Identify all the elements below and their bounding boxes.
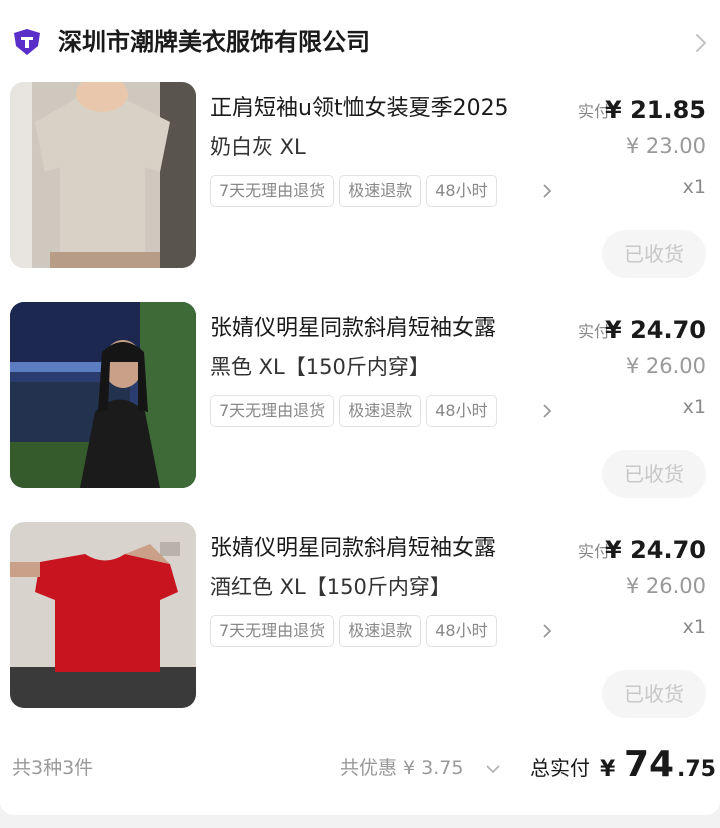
- total-decimal: .75: [677, 757, 716, 782]
- product-image[interactable]: [10, 302, 196, 488]
- product-spec: 黑色 XL【150斤内穿】: [210, 355, 430, 379]
- tag-refund: 极速退款: [339, 395, 422, 427]
- store-header[interactable]: 深圳市潮牌美衣服饰有限公司: [0, 0, 720, 84]
- chevron-right-icon[interactable]: [540, 622, 554, 640]
- chevron-right-icon[interactable]: [540, 402, 554, 420]
- received-button[interactable]: 已收货: [602, 230, 706, 278]
- chevron-right-icon[interactable]: [540, 182, 554, 200]
- chevron-down-icon[interactable]: [484, 762, 502, 776]
- total-integer: 74: [624, 744, 675, 785]
- chevron-right-icon[interactable]: [690, 30, 712, 56]
- product-title[interactable]: 正肩短袖u领t恤女装夏季2025: [210, 90, 555, 128]
- order-item[interactable]: 张婧仪明星同款斜肩短袖女露 黑色 XL【150斤内穿】 7天无理由退货 极速退款 4…: [0, 302, 720, 522]
- tag-refund: 极速退款: [339, 615, 422, 647]
- product-image[interactable]: [10, 522, 196, 708]
- received-button[interactable]: 已收货: [602, 670, 706, 718]
- paid-price: ¥ 24.70: [605, 316, 706, 344]
- paid-price: ¥ 21.85: [605, 96, 706, 124]
- quantity: x1: [682, 176, 706, 198]
- store-name: 深圳市潮牌美衣服饰有限公司: [58, 28, 370, 56]
- product-title[interactable]: 张婧仪明星同款斜肩短袖女露: [210, 530, 555, 568]
- service-tags: 7天无理由退货 极速退款 48小时: [210, 395, 550, 429]
- service-tags: 7天无理由退货 极速退款 48小时: [210, 175, 550, 209]
- order-summary: 共3种3件 共优惠 ¥ 3.75 总实付 ¥ 74 .75: [0, 740, 720, 800]
- total-currency: ¥: [600, 757, 616, 782]
- order-item[interactable]: 张婧仪明星同款斜肩短袖女露 酒红色 XL【150斤内穿】 7天无理由退货 极速退款…: [0, 522, 720, 742]
- product-title[interactable]: 张婧仪明星同款斜肩短袖女露: [210, 310, 555, 348]
- store-logo-icon: [14, 29, 40, 55]
- service-tags: 7天无理由退货 极速退款 48小时: [210, 615, 550, 649]
- order-card: 深圳市潮牌美衣服饰有限公司 正肩短袖u领t恤女装夏季2025 奶白灰 XL 7天…: [0, 0, 720, 815]
- received-button[interactable]: 已收货: [602, 450, 706, 498]
- paid-price: ¥ 24.70: [605, 536, 706, 564]
- order-item[interactable]: 正肩短袖u领t恤女装夏季2025 奶白灰 XL 7天无理由退货 极速退款 48小时 …: [0, 82, 720, 302]
- tag-48h: 48小时: [426, 395, 497, 427]
- product-image[interactable]: [10, 82, 196, 268]
- quantity: x1: [682, 396, 706, 418]
- tag-return: 7天无理由退货: [210, 395, 335, 427]
- tag-return: 7天无理由退货: [210, 615, 335, 647]
- item-count: 共3种3件: [12, 757, 94, 779]
- original-price: ¥ 23.00: [625, 134, 706, 158]
- product-spec: 酒红色 XL【150斤内穿】: [210, 575, 451, 599]
- original-price: ¥ 26.00: [625, 354, 706, 378]
- tag-refund: 极速退款: [339, 175, 422, 207]
- quantity: x1: [682, 616, 706, 638]
- discount-total[interactable]: 共优惠 ¥ 3.75: [340, 752, 463, 784]
- total-paid-label: 总实付: [530, 756, 590, 780]
- product-spec: 奶白灰 XL: [210, 135, 306, 159]
- tag-48h: 48小时: [426, 615, 497, 647]
- tag-48h: 48小时: [426, 175, 497, 207]
- tag-return: 7天无理由退货: [210, 175, 335, 207]
- original-price: ¥ 26.00: [625, 574, 706, 598]
